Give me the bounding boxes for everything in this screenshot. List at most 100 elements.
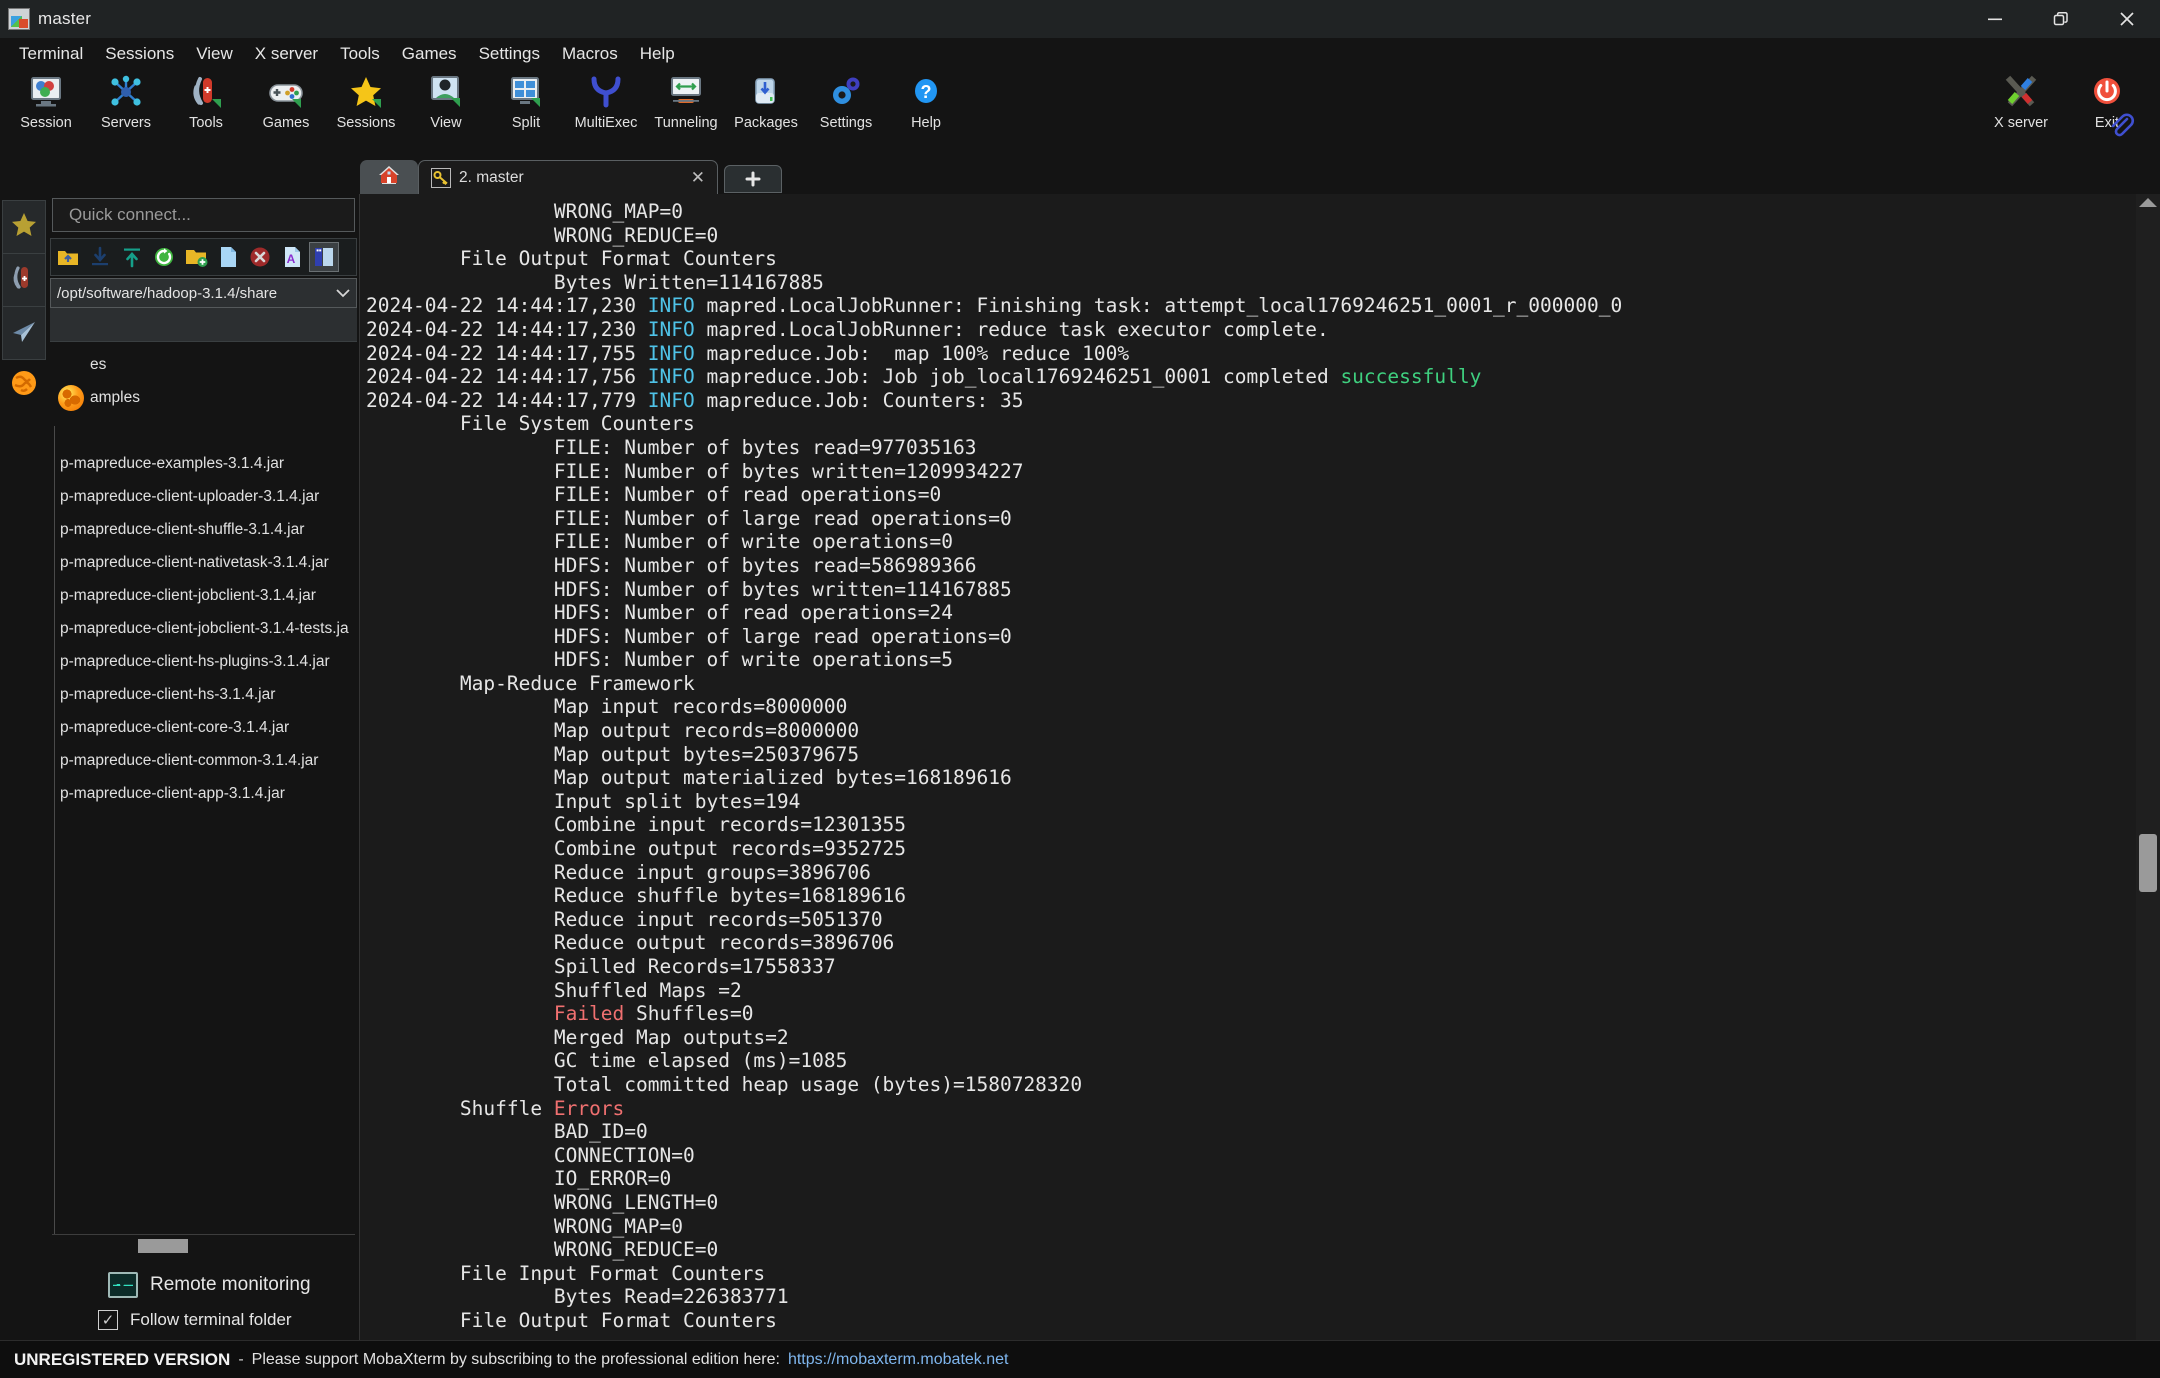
- toolbar-tools-button[interactable]: Tools: [166, 68, 246, 148]
- home-icon: [377, 163, 401, 192]
- globe-icon: [58, 384, 84, 411]
- vscrollbar-thumb[interactable]: [2139, 834, 2157, 892]
- list-item[interactable]: es: [48, 348, 359, 381]
- terminal-line: 2024-04-22 14:44:17,756 INFO mapreduce.J…: [366, 365, 2136, 389]
- tab-master[interactable]: 2. master ✕: [418, 160, 718, 194]
- terminal-line: Reduce input groups=3896706: [366, 861, 2136, 885]
- toolbar-view-button[interactable]: View: [406, 68, 486, 148]
- file-list-hscrollbar[interactable]: [52, 1234, 355, 1258]
- toolbar-help-label: Help: [911, 115, 941, 131]
- menu-macros[interactable]: Macros: [551, 42, 629, 65]
- toolbar-x-server-button[interactable]: X server: [1978, 68, 2064, 148]
- terminal-token: WRONG_LENGTH=0: [366, 1190, 719, 1214]
- toolbar-packages-label: Packages: [734, 115, 798, 131]
- packages-icon: [747, 73, 785, 111]
- sftp-path-combo[interactable]: /opt/software/hadoop-3.1.4/share: [50, 278, 357, 308]
- terminal-token: GC time elapsed (ms)=1085: [366, 1049, 848, 1073]
- upload-button[interactable]: [117, 242, 147, 272]
- tab-master-label: 2. master: [459, 168, 524, 186]
- table-row[interactable]: p-mapreduce-client-jobclient-3.1.4.jar: [48, 579, 359, 612]
- rail-globe-button[interactable]: [2, 359, 46, 411]
- list-item[interactable]: amples: [48, 381, 359, 414]
- chevron-down-icon[interactable]: [330, 286, 356, 301]
- menu-help[interactable]: Help: [629, 42, 686, 65]
- new-folder-button[interactable]: [181, 242, 211, 272]
- rail-favorites-button[interactable]: [2, 200, 46, 254]
- terminal-line: CONNECTION=0: [366, 1144, 2136, 1168]
- new-tab-button[interactable]: [724, 165, 782, 193]
- terminal-token: Combine output records=9352725: [366, 837, 907, 861]
- toolbar-tunneling-button[interactable]: Tunneling: [646, 68, 726, 148]
- toolbar-tunneling-label: Tunneling: [654, 115, 718, 131]
- unregistered-badge: UNREGISTERED VERSION: [14, 1349, 231, 1369]
- terminal-vscrollbar[interactable]: [2136, 194, 2160, 1340]
- terminal-area: WRONG_MAP=0 WRONG_REDUCE=0 File Output F…: [360, 194, 2160, 1340]
- table-row[interactable]: p-mapreduce-client-hs-plugins-3.1.4.jar: [48, 645, 359, 678]
- table-row[interactable]: p-mapreduce-examples-3.1.4.jar: [48, 447, 359, 480]
- table-row[interactable]: p-mapreduce-client-uploader-3.1.4.jar: [48, 480, 359, 513]
- terminal-line: File System Counters: [366, 412, 2136, 436]
- terminal-line: Reduce output records=3896706: [366, 931, 2136, 955]
- tab-close-icon[interactable]: ✕: [661, 168, 705, 188]
- main-body: Quick connect... A /opt/software/hadoop-…: [0, 194, 2160, 1340]
- table-row[interactable]: p-mapreduce-client-hs-3.1.4.jar: [48, 678, 359, 711]
- menu-settings[interactable]: Settings: [468, 42, 551, 65]
- checkbox-icon[interactable]: ✓: [98, 1310, 118, 1330]
- parent-folder-button[interactable]: [53, 242, 83, 272]
- toolbar-sessions-button[interactable]: Sessions: [326, 68, 406, 148]
- table-row[interactable]: p-mapreduce-client-core-3.1.4.jar: [48, 711, 359, 744]
- remote-monitoring-button[interactable]: Remote monitoring: [48, 1264, 359, 1310]
- mobaxterm-link[interactable]: https://mobaxterm.mobatek.net: [788, 1351, 1009, 1369]
- terminal-token: Total committed heap usage (bytes)=15807…: [366, 1072, 1083, 1096]
- refresh-button[interactable]: [149, 242, 179, 272]
- rail-sftp-button[interactable]: [2, 306, 46, 360]
- toolbar-packages-button[interactable]: Packages: [726, 68, 806, 148]
- main-toolbar: Session Servers Tools Games Sessions Vie…: [0, 68, 2160, 154]
- terminal-token: 2024-04-22 14:44:17,779: [366, 388, 648, 412]
- toolbar-servers-button[interactable]: Servers: [86, 68, 166, 148]
- panel-layout-button[interactable]: [309, 242, 339, 272]
- follow-terminal-folder-checkbox[interactable]: ✓ Follow terminal folder: [48, 1310, 359, 1330]
- attach-icon[interactable]: [2106, 111, 2136, 146]
- status-message: Please support MobaXterm by subscribing …: [251, 1350, 780, 1368]
- new-file-button[interactable]: [213, 242, 243, 272]
- terminal-token: 2024-04-22 14:44:17,755: [366, 341, 648, 365]
- terminal-token-info: INFO: [647, 341, 695, 365]
- table-row[interactable]: p-mapreduce-client-common-3.1.4.jar: [48, 744, 359, 777]
- menu-terminal[interactable]: Terminal: [8, 42, 94, 65]
- terminal-line: Map output materialized bytes=168189616: [366, 766, 2136, 790]
- minimize-button[interactable]: [1962, 0, 2028, 38]
- menu-tools[interactable]: Tools: [329, 42, 391, 65]
- restore-button[interactable]: [2028, 0, 2094, 38]
- menu-view[interactable]: View: [185, 42, 244, 65]
- toolbar-multiexec-button[interactable]: MultiExec: [566, 68, 646, 148]
- toolbar-settings-button[interactable]: Settings: [806, 68, 886, 148]
- table-row[interactable]: p-mapreduce-client-nativetask-3.1.4.jar: [48, 546, 359, 579]
- close-button[interactable]: [2094, 0, 2160, 38]
- sidebar-rail: [0, 194, 48, 1340]
- delete-button[interactable]: [245, 242, 275, 272]
- toolbar-session-button[interactable]: Session: [6, 68, 86, 148]
- table-row[interactable]: p-mapreduce-client-jobclient-3.1.4-tests…: [48, 612, 359, 645]
- download-button[interactable]: [85, 242, 115, 272]
- toolbar-servers-label: Servers: [101, 115, 151, 131]
- quick-connect-input[interactable]: Quick connect...: [52, 198, 355, 232]
- toolbar-games-button[interactable]: Games: [246, 68, 326, 148]
- globe-icon: [9, 368, 39, 403]
- terminal-token: Shuffled Maps =2: [366, 978, 742, 1002]
- text-file-icon[interactable]: A: [277, 242, 307, 272]
- tab-home[interactable]: [360, 160, 418, 194]
- table-row[interactable]: p-mapreduce-client-app-3.1.4.jar: [48, 777, 359, 810]
- terminal-output[interactable]: WRONG_MAP=0 WRONG_REDUCE=0 File Output F…: [360, 194, 2136, 1340]
- toolbar-help-button[interactable]: ? Help: [886, 68, 966, 148]
- menu-sessions[interactable]: Sessions: [94, 42, 185, 65]
- scroll-up-arrow-icon[interactable]: [2139, 198, 2157, 207]
- terminal-line: Map output bytes=250379675: [366, 743, 2136, 767]
- table-row[interactable]: p-mapreduce-client-shuffle-3.1.4.jar: [48, 513, 359, 546]
- menu-x-server[interactable]: X server: [244, 42, 329, 65]
- hscrollbar-thumb[interactable]: [138, 1239, 188, 1253]
- toolbar-split-button[interactable]: Split: [486, 68, 566, 148]
- sftp-file-list[interactable]: es amples p-mapreduce-examples-3.1.4.jar…: [48, 342, 359, 1234]
- rail-tools-button[interactable]: [2, 253, 46, 307]
- menu-games[interactable]: Games: [391, 42, 468, 65]
